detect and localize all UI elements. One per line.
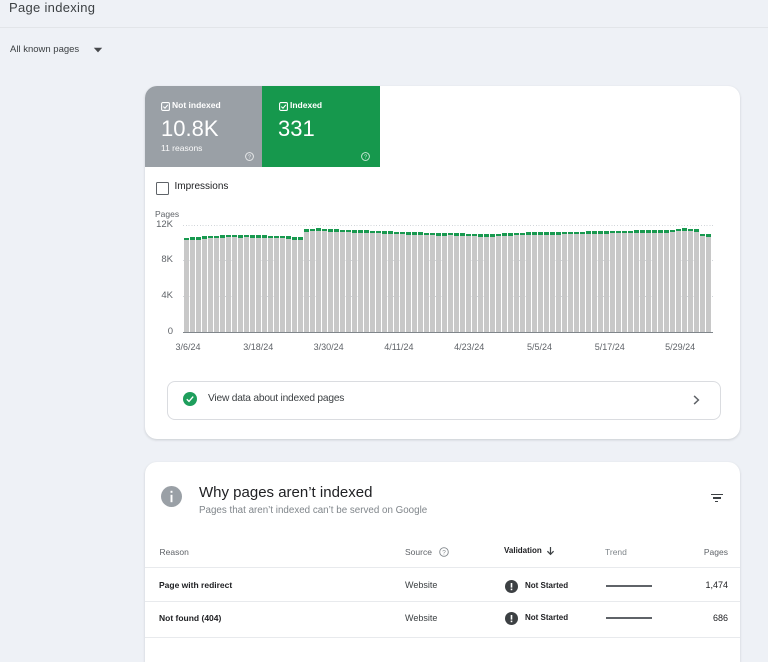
svg-text:?: ?: [442, 549, 446, 556]
